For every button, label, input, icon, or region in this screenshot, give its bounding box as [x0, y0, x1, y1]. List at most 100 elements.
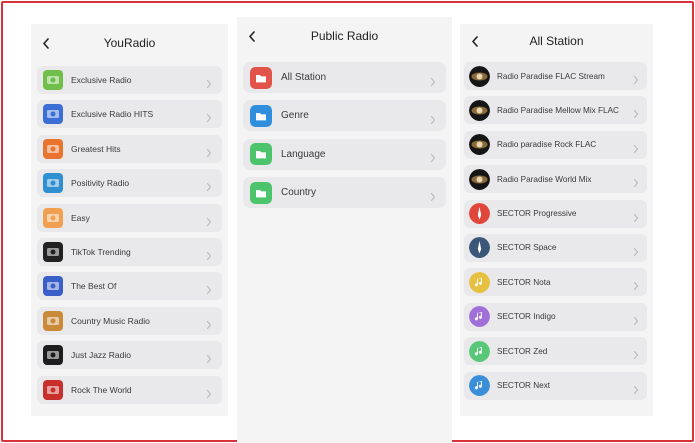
list-item[interactable]: SECTOR Zed [464, 337, 647, 366]
list-item[interactable]: All Station [243, 62, 446, 93]
radio-paradise-logo-icon [469, 168, 490, 190]
back-button[interactable] [39, 34, 53, 52]
list-item[interactable]: Greatest Hits [37, 134, 222, 163]
list-item-label: SECTOR Nota [497, 277, 551, 287]
public-radio-header: Public Radio [237, 19, 452, 53]
back-button[interactable] [468, 32, 482, 50]
folder-icon [250, 181, 272, 204]
list-item[interactable]: Radio Paradise FLAC Stream [464, 62, 647, 90]
radio-paradise-logo-icon [469, 134, 490, 156]
list-item-label: Country Music Radio [71, 315, 150, 326]
list-item[interactable]: Country Music Radio [37, 306, 222, 335]
list-item-label: Genre [281, 110, 309, 122]
list-item-label: SECTOR Zed [497, 346, 548, 356]
exclusive-hits-logo-icon [43, 104, 63, 125]
list-item-label: TikTok Trending [71, 246, 131, 257]
list-item[interactable]: Radio paradise Rock FLAC [464, 130, 647, 159]
sector-rocket-icon [469, 203, 490, 225]
back-button[interactable] [245, 27, 259, 45]
chevron-left-icon [472, 35, 478, 47]
youradio-list: Exclusive Radio Exclusive Radio HITS Great… [37, 66, 222, 410]
page-title: All Station [529, 34, 584, 48]
chevron-right-icon [206, 247, 212, 261]
chevron-right-icon [430, 150, 436, 163]
chevron-left-icon [249, 30, 255, 42]
list-item-label: SECTOR Progressive [497, 209, 577, 219]
chevron-left-icon [43, 37, 49, 49]
list-item-label: SECTOR Space [497, 243, 557, 253]
music-note-icon [469, 375, 490, 397]
chevron-right-icon [206, 282, 212, 295]
chevron-right-icon [633, 312, 639, 325]
sector-rocket-icon [469, 237, 490, 259]
list-item-label: All Station [281, 72, 327, 83]
page-title: YouRadio [103, 36, 156, 50]
chevron-right-icon [633, 209, 639, 222]
folder-icon [250, 143, 272, 166]
chevron-right-icon [633, 175, 639, 188]
list-item[interactable]: The Best Of [37, 272, 222, 301]
list-item-label: Exclusive Radio HITS [71, 109, 154, 120]
jazz-logo-icon [43, 345, 63, 366]
chevron-right-icon [206, 351, 212, 364]
list-item[interactable]: Exclusive Radio HITS [37, 100, 222, 129]
page-title: Public Radio [310, 29, 379, 43]
list-item-label: SECTOR Next [497, 381, 551, 391]
chevron-right-icon [206, 385, 212, 398]
rock-logo-icon [43, 379, 63, 400]
chevron-right-icon [430, 111, 436, 124]
list-item-label: Easy [71, 212, 90, 223]
list-item-label: Just Jazz Radio [71, 350, 131, 361]
list-item-label: Language [281, 148, 326, 160]
list-item[interactable]: SECTOR Space [464, 233, 647, 262]
folder-icon [250, 104, 272, 127]
list-item[interactable]: Positivity Radio [37, 169, 222, 198]
list-item[interactable]: Radio Paradise World Mix [464, 165, 647, 194]
chevron-right-icon [430, 188, 436, 201]
folder-icon [250, 66, 272, 89]
chevron-right-icon [633, 140, 639, 153]
list-item[interactable]: Easy [37, 203, 222, 232]
chevron-right-icon [206, 144, 212, 157]
all-station-panel: All Station Radio Paradise FLAC Stream Ra… [460, 24, 653, 416]
list-item-label: Rock The World [71, 384, 132, 395]
list-item[interactable]: Radio Paradise Mellow Mix FLAC [464, 96, 647, 125]
list-item[interactable]: Genre [243, 100, 446, 132]
chevron-right-icon [633, 72, 639, 85]
chevron-right-icon [206, 110, 212, 123]
list-item-label: SECTOR Indigo [497, 312, 556, 322]
all-station-header: All Station [460, 24, 653, 58]
chevron-right-icon [206, 316, 212, 329]
music-note-icon [469, 306, 490, 328]
music-note-icon [469, 271, 490, 293]
list-item[interactable]: SECTOR Indigo [464, 302, 647, 331]
list-item-label: Country [281, 187, 317, 199]
chevron-right-icon [206, 213, 212, 226]
list-item-label: Greatest Hits [71, 143, 121, 154]
youradio-header: YouRadio [31, 26, 228, 60]
chevron-right-icon [206, 179, 212, 192]
chevron-right-icon [633, 243, 639, 257]
list-item[interactable]: SECTOR Progressive [464, 199, 647, 228]
list-item-label: Radio Paradise FLAC Stream [497, 71, 605, 81]
best-of-logo-icon [43, 276, 63, 297]
list-item-label: Radio Paradise Mellow Mix FLAC [497, 105, 619, 115]
list-item[interactable]: TikTok Trending [37, 237, 222, 266]
chevron-right-icon [206, 76, 212, 89]
list-item[interactable]: Exclusive Radio [37, 66, 222, 94]
list-item-label: Radio Paradise World Mix [497, 174, 592, 184]
list-item[interactable]: Language [243, 138, 446, 170]
music-note-icon [469, 340, 490, 362]
list-item[interactable]: SECTOR Nota [464, 268, 647, 297]
list-item[interactable]: Just Jazz Radio [37, 341, 222, 370]
chevron-right-icon [633, 347, 639, 360]
list-item[interactable]: Country [243, 177, 446, 209]
all-station-list: Radio Paradise FLAC Stream Radio Paradise… [464, 62, 647, 406]
list-item-label: Positivity Radio [71, 178, 130, 189]
chevron-right-icon [633, 381, 639, 394]
chevron-right-icon [633, 278, 639, 291]
list-item-label: Exclusive Radio [71, 75, 132, 85]
list-item[interactable]: SECTOR Next [464, 371, 647, 400]
youradio-panel: YouRadio Exclusive Radio Exclusive Radio … [31, 24, 228, 416]
list-item[interactable]: Rock The World [37, 375, 222, 404]
